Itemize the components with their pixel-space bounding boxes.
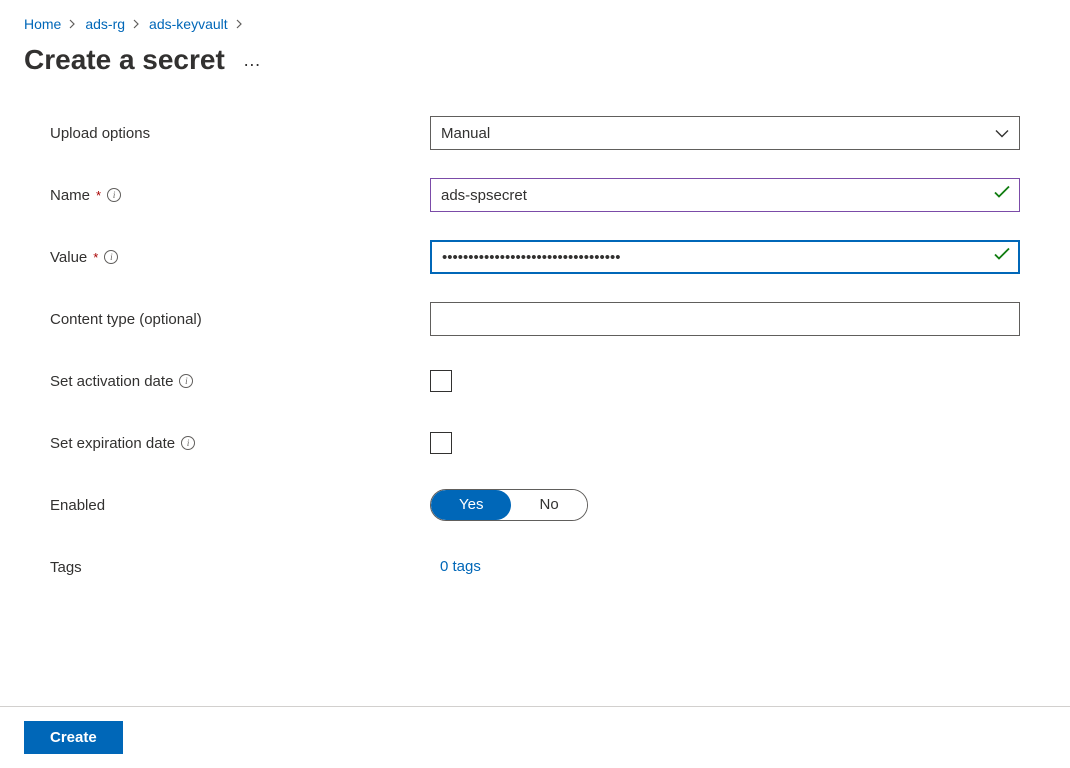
value-label: Value * i [50, 249, 430, 266]
breadcrumb-home[interactable]: Home [24, 16, 61, 32]
create-button[interactable]: Create [24, 721, 123, 754]
enabled-toggle[interactable]: Yes No [430, 489, 588, 521]
content-type-label: Content type (optional) [50, 311, 430, 328]
form: Upload options Manual Name * i Valu [0, 116, 1070, 584]
expiration-date-checkbox[interactable] [430, 432, 452, 454]
tags-link[interactable]: 0 tags [430, 558, 481, 575]
info-icon[interactable]: i [107, 188, 121, 202]
chevron-right-icon [133, 17, 141, 32]
info-icon[interactable]: i [181, 436, 195, 450]
page-header: Create a secret … [0, 40, 1070, 116]
info-icon[interactable]: i [104, 250, 118, 264]
required-indicator: * [96, 188, 101, 203]
checkmark-icon [994, 248, 1010, 267]
enabled-yes[interactable]: Yes [431, 490, 511, 520]
more-actions-button[interactable]: … [243, 50, 262, 71]
enabled-no[interactable]: No [511, 490, 586, 520]
info-icon[interactable]: i [179, 374, 193, 388]
expiration-date-label: Set expiration date i [50, 435, 430, 452]
chevron-right-icon [236, 17, 244, 32]
value-input[interactable] [430, 240, 1020, 274]
upload-options-label: Upload options [50, 125, 430, 142]
footer-bar: Create [0, 706, 1070, 768]
tags-label: Tags [50, 559, 430, 576]
checkmark-icon [994, 186, 1010, 205]
breadcrumb-ads-rg[interactable]: ads-rg [85, 16, 125, 32]
breadcrumb-ads-keyvault[interactable]: ads-keyvault [149, 16, 228, 32]
name-label: Name * i [50, 187, 430, 204]
content-type-input[interactable] [430, 302, 1020, 336]
page-title: Create a secret [24, 44, 225, 76]
chevron-down-icon [995, 125, 1009, 142]
enabled-label: Enabled [50, 497, 430, 514]
name-input[interactable] [430, 178, 1020, 212]
chevron-right-icon [69, 17, 77, 32]
activation-date-checkbox[interactable] [430, 370, 452, 392]
breadcrumb: Home ads-rg ads-keyvault [0, 0, 1070, 40]
required-indicator: * [93, 250, 98, 265]
upload-options-select[interactable]: Manual [430, 116, 1020, 150]
activation-date-label: Set activation date i [50, 373, 430, 390]
